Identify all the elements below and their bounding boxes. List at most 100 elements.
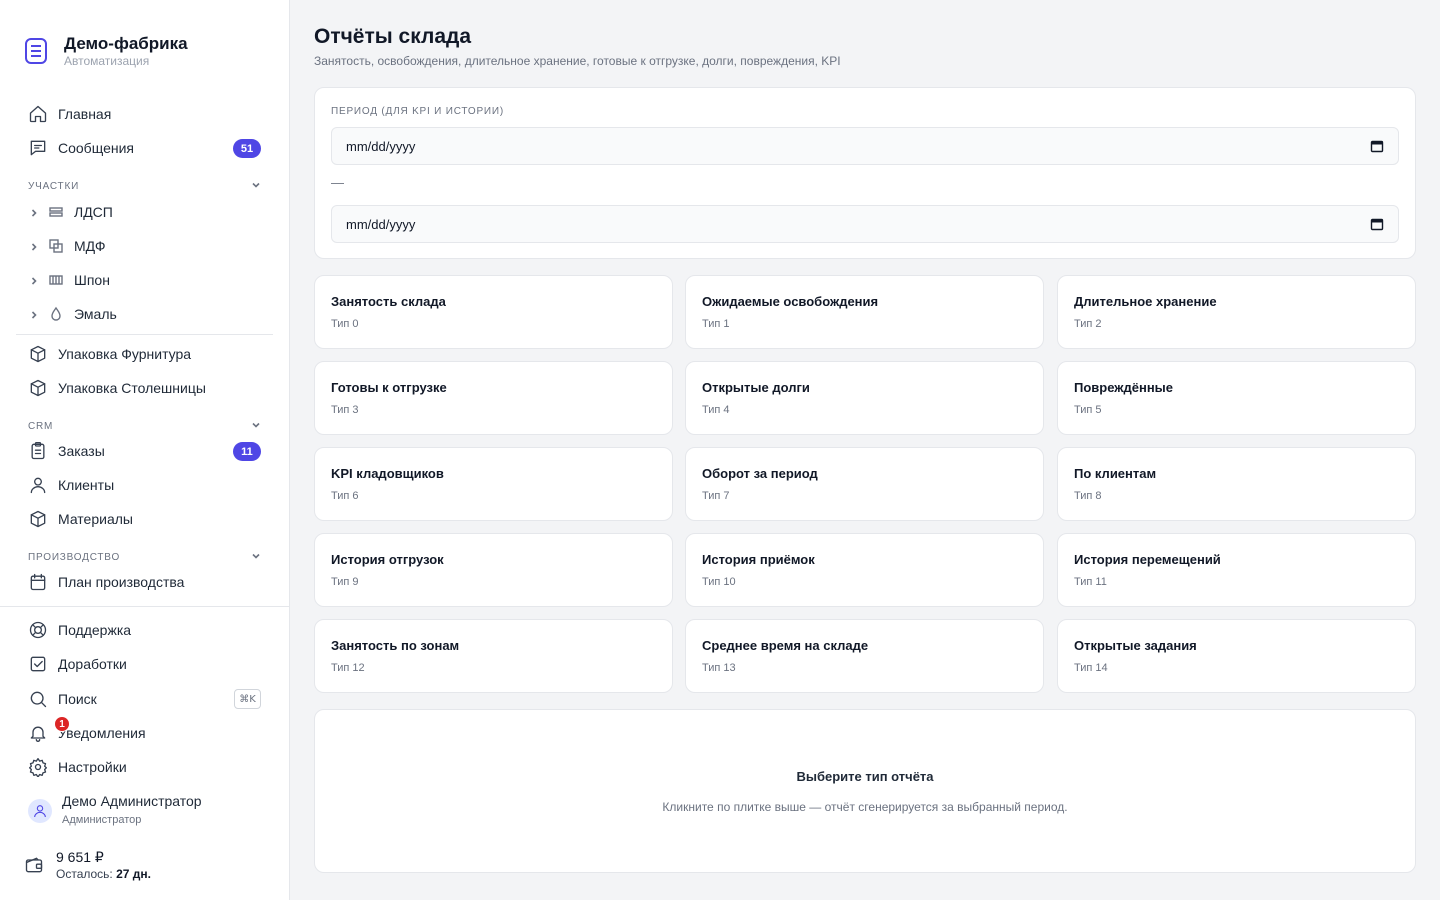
report-tile[interactable]: Среднее время на складе Тип 13	[685, 619, 1044, 693]
user-profile[interactable]: Демо Администратор Администратор	[28, 792, 202, 830]
report-tile-title: Длительное хранение	[1074, 294, 1217, 309]
report-tile-type: Тип 12	[331, 662, 365, 674]
report-tile-type: Тип 14	[1074, 662, 1108, 674]
report-tile-type: Тип 5	[1074, 404, 1102, 416]
copy-icon	[48, 238, 64, 254]
sidebar-item-label: Доработки	[58, 656, 127, 672]
sidebar-divider	[0, 606, 290, 607]
sidebar-item-label: Клиенты	[58, 477, 115, 493]
report-tile-title: По клиентам	[1074, 466, 1157, 481]
report-tile-title: Повреждённые	[1074, 380, 1174, 395]
messages-count-badge: 51	[233, 139, 261, 158]
sidebar-item-settings[interactable]: Настройки	[16, 751, 273, 783]
notifications-count-badge: 1	[54, 716, 70, 732]
sidebar-item-packing-hardware[interactable]: Упаковка Фурнитура	[16, 338, 273, 370]
user-icon	[28, 475, 48, 495]
sidebar-item-veneer[interactable]: Шпон	[16, 264, 273, 296]
report-tile[interactable]: История перемещений Тип 11	[1057, 533, 1416, 607]
drop-icon	[48, 306, 64, 322]
report-tile-title: Оборот за период	[702, 466, 818, 481]
sidebar-item-orders[interactable]: Заказы 11	[16, 435, 273, 467]
report-tile[interactable]: Оборот за период Тип 7	[685, 447, 1044, 521]
report-tile[interactable]: История отгрузок Тип 9	[314, 533, 673, 607]
section-production[interactable]: Производство	[28, 550, 262, 565]
report-tile-type: Тип 1	[702, 318, 730, 330]
report-tile-title: История перемещений	[1074, 552, 1221, 567]
date-placeholder: mm/dd/yyyy	[346, 138, 416, 154]
report-tile-title: Открытые задания	[1074, 638, 1197, 653]
report-tile[interactable]: Занятость по зонам Тип 12	[314, 619, 673, 693]
sidebar-divider	[16, 334, 273, 335]
clipboard-icon	[28, 441, 48, 461]
section-crm[interactable]: CRM	[28, 419, 262, 434]
report-tile[interactable]: История приёмок Тип 10	[685, 533, 1044, 607]
page-subtitle: Занятость, освобождения, длительное хран…	[314, 54, 841, 68]
sidebar-item-label: Главная	[58, 106, 112, 122]
sidebar-item-improvements[interactable]: Доработки	[16, 648, 273, 680]
report-tile-type: Тип 4	[702, 404, 730, 416]
sidebar-item-materials[interactable]: Материалы	[16, 503, 273, 535]
wallet-remaining-value: 27 дн.	[116, 867, 151, 881]
report-tile[interactable]: Ожидаемые освобождения Тип 1	[685, 275, 1044, 349]
period-card: Период (для KPI и истории) mm/dd/yyyy — …	[314, 87, 1416, 259]
calendar-icon[interactable]	[1370, 217, 1384, 231]
report-tile[interactable]: Открытые задания Тип 14	[1057, 619, 1416, 693]
report-tile[interactable]: Открытые долги Тип 4	[685, 361, 1044, 435]
calendar-icon[interactable]	[1370, 139, 1384, 153]
search-shortcut: ⌘K	[234, 689, 261, 709]
report-tile-title: Открытые долги	[702, 380, 810, 395]
report-tile-type: Тип 7	[702, 490, 730, 502]
chevron-right-icon	[28, 240, 40, 252]
sidebar-item-production-plan[interactable]: План производства	[16, 566, 273, 598]
sidebar-item-label: Настройки	[58, 759, 127, 775]
sidebar-item-support[interactable]: Поддержка	[16, 614, 273, 646]
report-tile-type: Тип 9	[331, 576, 359, 588]
sidebar-item-ldsp[interactable]: ЛДСП	[16, 196, 273, 228]
sidebar-item-label: Шпон	[74, 272, 110, 288]
report-tile-title: Среднее время на складе	[702, 638, 869, 653]
sidebar-item-enamel[interactable]: Эмаль	[16, 298, 273, 330]
period-from-input[interactable]: mm/dd/yyyy	[331, 127, 1399, 165]
report-tile-type: Тип 0	[331, 318, 359, 330]
sidebar-item-label: Сообщения	[58, 140, 134, 156]
sidebar-item-label: Поддержка	[58, 622, 132, 638]
section-areas[interactable]: Участки	[28, 179, 262, 194]
report-tile[interactable]: Повреждённые Тип 5	[1057, 361, 1416, 435]
report-tile-title: История приёмок	[702, 552, 815, 567]
brand[interactable]: Демо-фабрика Автоматизация	[24, 34, 188, 68]
sidebar-item-packing-countertops[interactable]: Упаковка Столешницы	[16, 372, 273, 404]
avatar	[28, 799, 52, 823]
report-tile[interactable]: Готовы к отгрузке Тип 3	[314, 361, 673, 435]
checkbox-icon	[28, 654, 48, 674]
sidebar-item-label: ЛДСП	[74, 204, 113, 220]
chevron-down-icon	[250, 550, 262, 565]
report-tile-title: Готовы к отгрузке	[331, 380, 447, 395]
section-label: Производство	[28, 552, 121, 563]
report-tile-title: Ожидаемые освобождения	[702, 294, 879, 309]
user-icon	[34, 805, 46, 818]
sidebar-item-search[interactable]: Поиск ⌘K	[16, 683, 273, 715]
wallet-balance[interactable]: 9 651 ₽ Осталось: 27 дн.	[24, 848, 151, 882]
bell-icon	[28, 723, 48, 743]
sidebar-item-label: Заказы	[58, 443, 105, 459]
search-icon	[28, 689, 48, 709]
sidebar-item-messages[interactable]: Сообщения 51	[16, 132, 273, 164]
report-tile[interactable]: По клиентам Тип 8	[1057, 447, 1416, 521]
report-tile[interactable]: Занятость склада Тип 0	[314, 275, 673, 349]
wallet-icon	[24, 855, 44, 875]
sidebar-item-home[interactable]: Главная	[16, 98, 273, 130]
sidebar-item-label: Поиск	[58, 691, 97, 707]
report-tile[interactable]: KPI кладовщиков Тип 6	[314, 447, 673, 521]
sidebar-item-notifications[interactable]: 1 Уведомления	[16, 716, 273, 749]
box-icon	[28, 378, 48, 398]
barcode-icon	[48, 272, 64, 288]
chat-icon	[28, 138, 48, 158]
sidebar-item-clients[interactable]: Клиенты	[16, 469, 273, 501]
gear-icon	[28, 757, 48, 777]
report-tile[interactable]: Длительное хранение Тип 2	[1057, 275, 1416, 349]
brand-subtitle: Автоматизация	[64, 54, 150, 68]
factory-icon	[24, 37, 48, 65]
sidebar-item-mdf[interactable]: МДФ	[16, 230, 273, 262]
page-title: Отчёты склада	[314, 25, 472, 48]
period-to-input[interactable]: mm/dd/yyyy	[331, 205, 1399, 243]
